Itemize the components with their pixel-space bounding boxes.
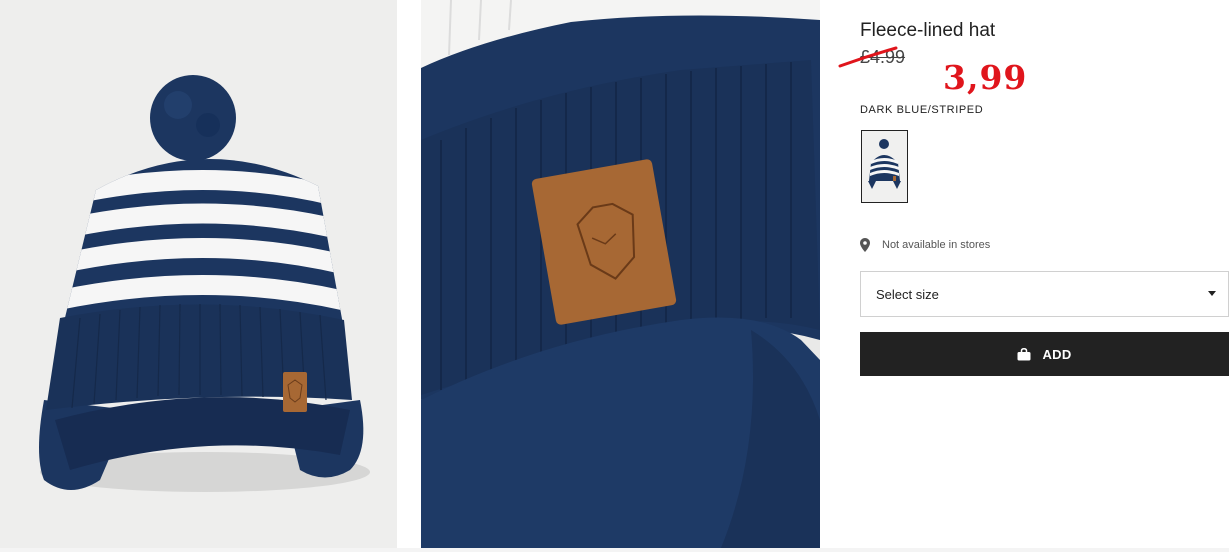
color-swatch-dark-blue-striped[interactable] [861, 130, 908, 203]
swatch-thumbnail-image [868, 139, 901, 189]
product-title: Fleece-lined hat [860, 20, 996, 41]
image-gutter [397, 0, 421, 552]
sale-price: 3,99 [943, 58, 1028, 97]
product-image-main[interactable] [0, 0, 397, 548]
hat-detail-image [421, 0, 820, 548]
product-image-detail[interactable] [421, 0, 820, 548]
add-button-label: ADD [1042, 346, 1072, 362]
shopping-bag-icon [1017, 347, 1031, 360]
chevron-down-icon [1208, 291, 1216, 296]
size-select-label: Select size [876, 286, 939, 302]
size-select-dropdown[interactable]: Select size [860, 271, 1229, 317]
location-pin-icon [860, 238, 870, 252]
hat-full-image [39, 75, 370, 492]
color-name: DARK BLUE/STRIPED [860, 104, 984, 116]
store-availability-text: Not available in stores [882, 239, 991, 251]
original-price: £4.99 [860, 47, 906, 67]
product-info-panel: Fleece-lined hat £4.99 3,99 DARK BLUE/ST… [838, 0, 1229, 552]
store-availability: Not available in stores [860, 236, 990, 254]
page-bottom-divider [0, 548, 1229, 552]
add-to-bag-button[interactable]: ADD [860, 332, 1229, 376]
